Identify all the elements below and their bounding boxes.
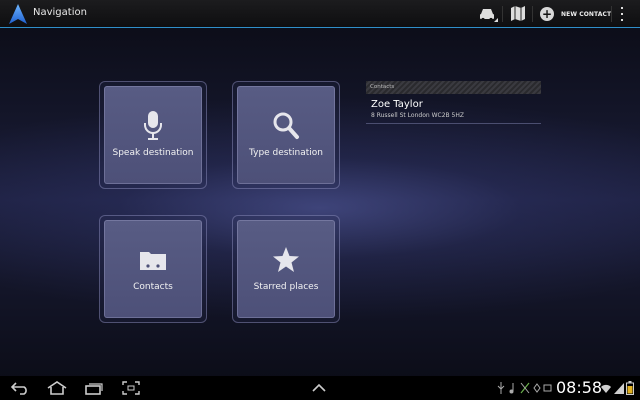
signal-off-icon	[520, 382, 530, 394]
contacts-frame: Contacts	[99, 215, 207, 323]
magnifier-icon	[273, 112, 299, 139]
contacts-button[interactable]: Contacts	[104, 220, 202, 318]
signal-icon	[614, 383, 624, 394]
clock: 08:58	[556, 378, 603, 397]
contact-name: Zoe Taylor	[371, 99, 423, 110]
battery-icon	[626, 381, 634, 395]
folder-icon	[140, 252, 166, 270]
microphone-icon	[144, 111, 162, 140]
contacts-header: Contacts	[366, 81, 541, 94]
car-mode-icon[interactable]	[478, 5, 498, 23]
speak-destination-button[interactable]: Speak destination	[104, 86, 202, 184]
wifi-icon	[601, 384, 611, 393]
divider	[611, 6, 612, 22]
up-chevron-icon[interactable]	[311, 383, 327, 393]
back-icon[interactable]	[10, 381, 30, 395]
new-contact-label: NEW CONTACT	[561, 10, 612, 18]
divider	[502, 6, 503, 22]
system-bar: 08:58	[0, 376, 640, 400]
map-icon[interactable]	[510, 5, 526, 22]
new-contact-button[interactable]: + NEW CONTACT	[540, 4, 611, 24]
speak-destination-label: Speak destination	[112, 148, 194, 158]
contact-list-item[interactable]: Zoe Taylor 8 Russell St London WC2B 5HZ	[366, 94, 541, 124]
contacts-label: Contacts	[133, 282, 173, 292]
screenshot-icon[interactable]	[122, 381, 140, 395]
speak-destination-frame: Speak destination	[99, 81, 207, 189]
data-icon	[543, 384, 552, 392]
add-icon: +	[540, 7, 554, 21]
type-destination-button[interactable]: Type destination	[237, 86, 335, 184]
recent-apps-icon[interactable]	[84, 381, 104, 395]
starred-places-button[interactable]: Starred places	[237, 220, 335, 318]
music-icon	[509, 383, 514, 394]
usb-icon	[497, 382, 505, 394]
starred-places-label: Starred places	[253, 282, 319, 292]
contact-address: 8 Russell St London WC2B 5HZ	[371, 112, 464, 119]
contacts-panel: Contacts Zoe Taylor 8 Russell St London …	[366, 81, 541, 124]
action-bar: Navigation + NEW CONTACT	[0, 0, 640, 28]
app-title: Navigation	[33, 7, 87, 18]
divider	[532, 6, 533, 22]
navigation-arrow-icon[interactable]	[9, 4, 27, 24]
sync-icon	[533, 383, 541, 393]
starred-places-frame: Starred places	[232, 215, 340, 323]
type-destination-frame: Type destination	[232, 81, 340, 189]
star-icon	[273, 247, 299, 272]
overflow-menu-icon[interactable]	[620, 7, 624, 21]
type-destination-label: Type destination	[249, 148, 323, 158]
home-icon[interactable]	[46, 381, 68, 395]
